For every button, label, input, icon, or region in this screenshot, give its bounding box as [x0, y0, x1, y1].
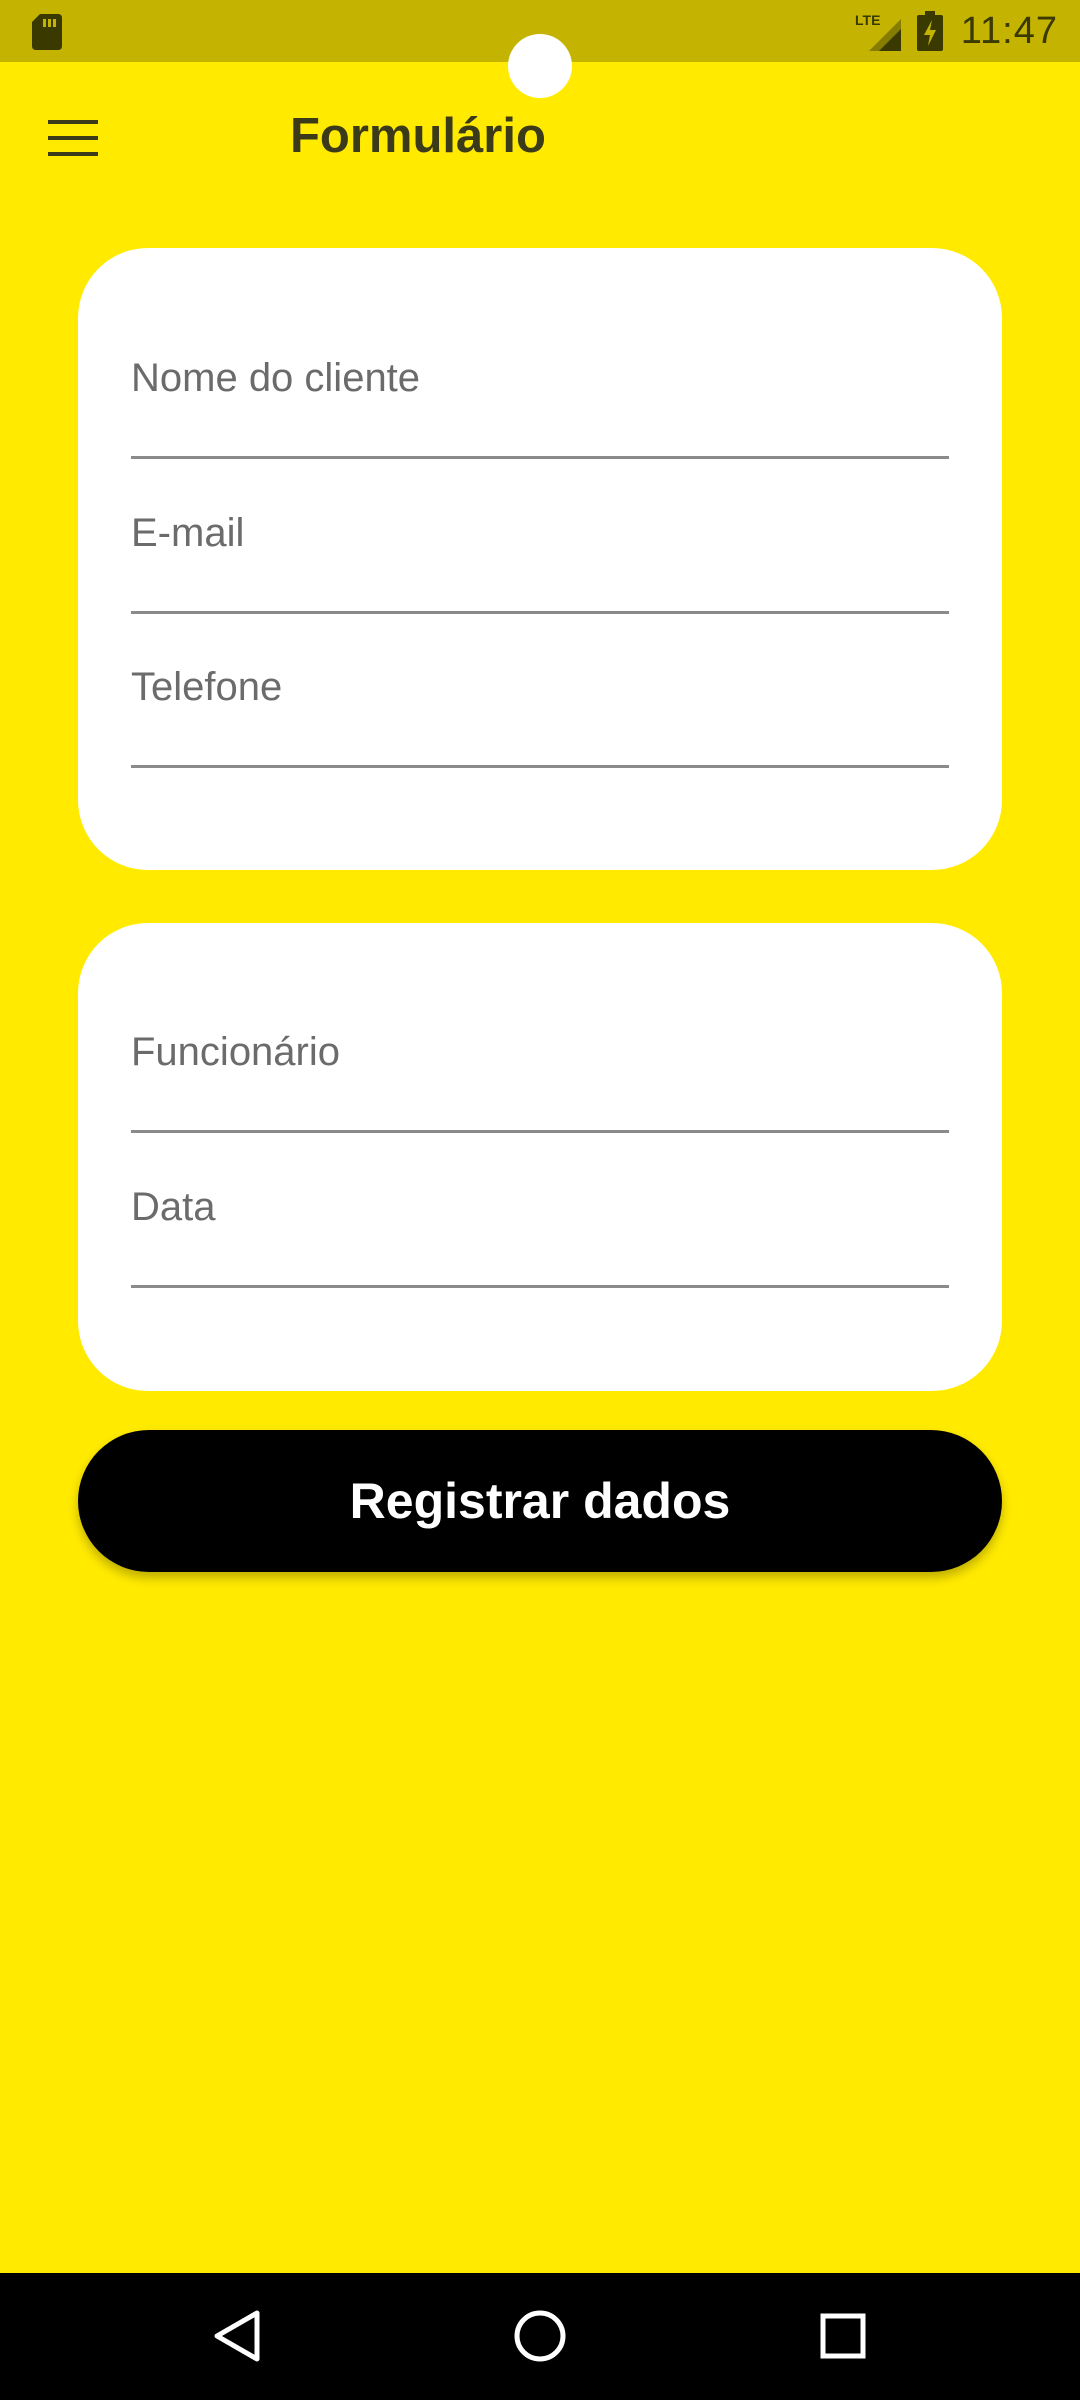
employee-label: Funcionário	[131, 1030, 341, 1074]
back-icon[interactable]	[203, 2303, 269, 2369]
employee-field[interactable]: Funcionário	[131, 1030, 949, 1133]
date-label: Data	[131, 1185, 216, 1229]
home-icon[interactable]	[507, 2303, 573, 2369]
email-field[interactable]: E-mail	[131, 511, 949, 614]
battery-charging-icon	[916, 11, 943, 51]
phone-field[interactable]: Telefone	[131, 665, 949, 768]
sd-card-icon	[32, 14, 62, 50]
menu-icon[interactable]	[48, 120, 98, 156]
client-name-label: Nome do cliente	[131, 356, 421, 400]
recents-icon[interactable]	[810, 2303, 876, 2369]
client-name-field[interactable]: Nome do cliente	[131, 356, 949, 459]
client-info-card: Nome do cliente E-mail Telefone	[78, 248, 1002, 870]
email-label: E-mail	[131, 511, 245, 555]
status-icons: LTE 11:47	[855, 8, 1058, 54]
camera-cutout	[508, 34, 572, 98]
page-title: Formulário	[290, 109, 546, 163]
register-button[interactable]: Registrar dados	[78, 1430, 1002, 1572]
system-nav-bar	[0, 2273, 1080, 2400]
lte-signal-icon: LTE	[855, 12, 901, 51]
phone-label: Telefone	[131, 665, 283, 709]
status-time: 11:47	[960, 9, 1058, 52]
svg-text:LTE: LTE	[855, 12, 880, 28]
date-field[interactable]: Data	[131, 1185, 949, 1288]
employee-info-card: Funcionário Data	[78, 923, 1002, 1391]
